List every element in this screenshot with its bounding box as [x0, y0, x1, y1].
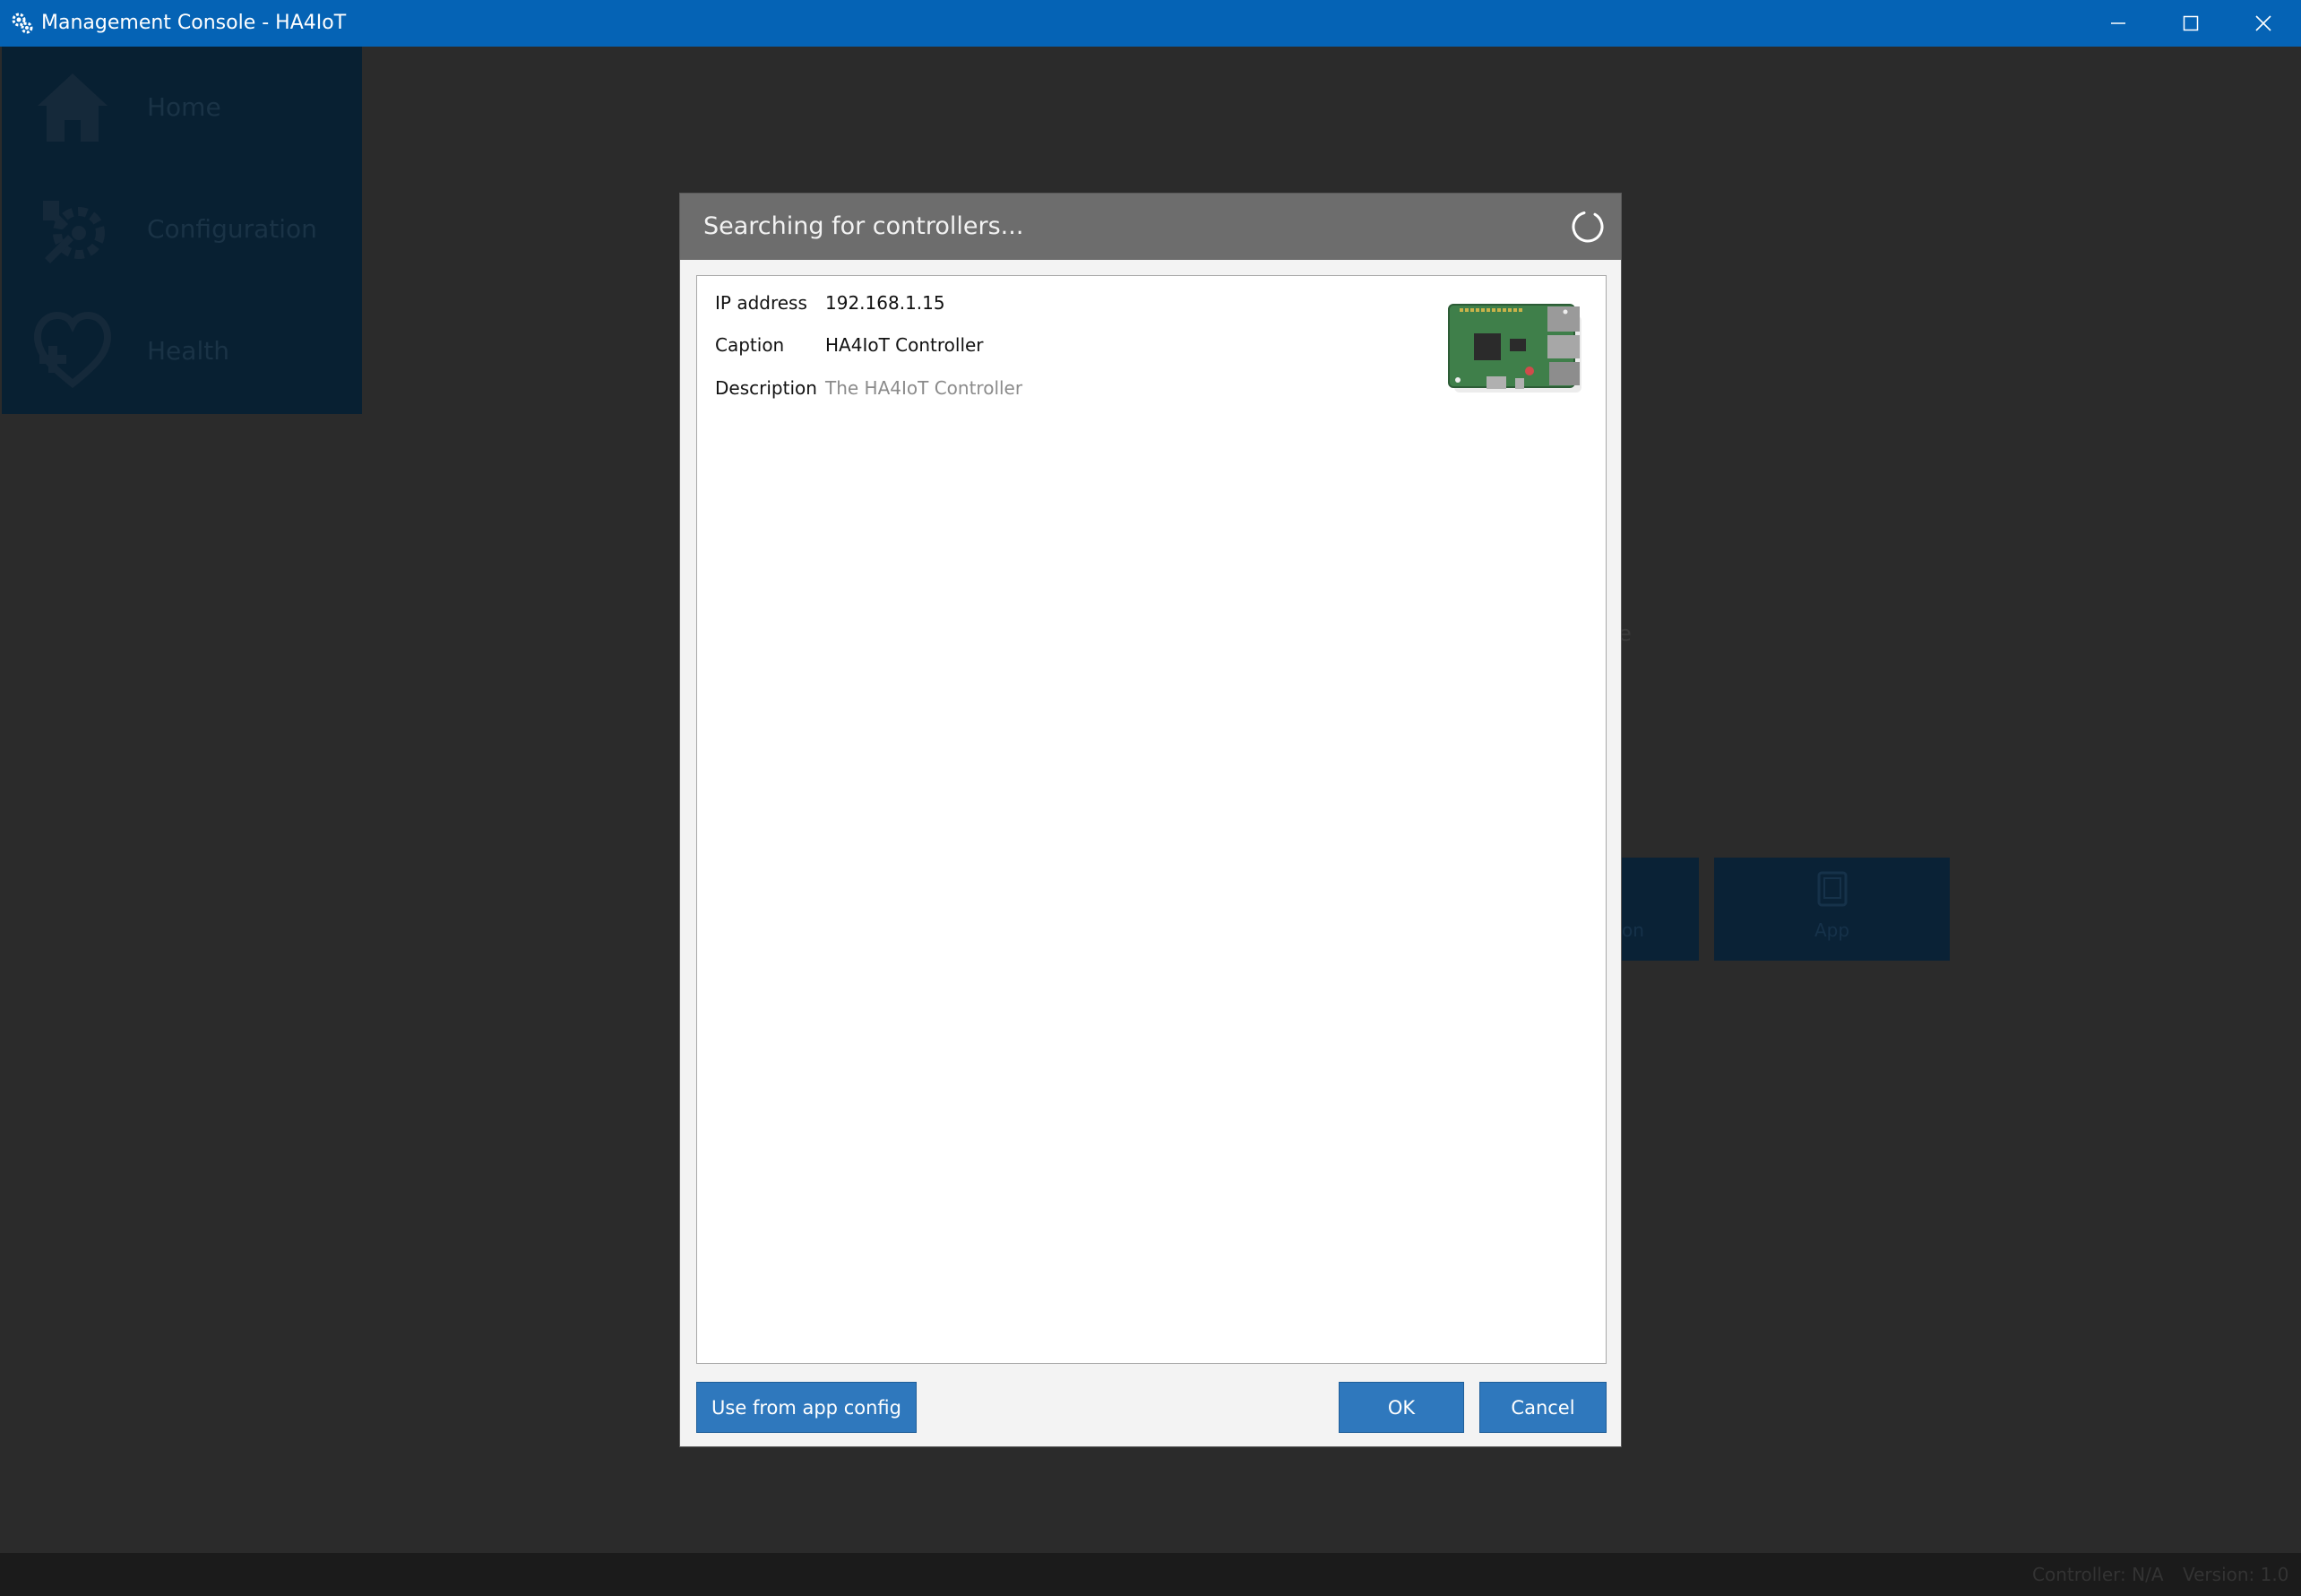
title-bar[interactable]: Management Console - HA4IoT: [0, 0, 2301, 47]
minimize-icon: [2111, 22, 2125, 24]
cancel-button[interactable]: Cancel: [1479, 1382, 1607, 1433]
description-value: The HA4IoT Controller: [825, 377, 1023, 399]
sidebar-item-label: Health: [147, 336, 229, 366]
status-controller: Controller: N/A: [2032, 1564, 2164, 1585]
caption-label: Caption: [715, 334, 785, 356]
raspberry-pi-board-icon: [1448, 304, 1581, 393]
ok-button[interactable]: OK: [1339, 1382, 1464, 1433]
status-bar: Controller: N/A Version: 1.0: [0, 1553, 2301, 1596]
dialog-header: Searching for controllers...: [680, 194, 1621, 260]
house-icon: [38, 73, 108, 142]
status-version: Version: 1.0: [2183, 1564, 2289, 1585]
tile-label: App: [1814, 919, 1850, 941]
maximize-button[interactable]: [2155, 0, 2227, 47]
tile-label: on: [1622, 919, 1644, 941]
sidebar-item-configuration[interactable]: Configuration: [2, 168, 362, 290]
minimize-button[interactable]: [2082, 0, 2154, 47]
controller-list[interactable]: IP address 192.168.1.15 Caption HA4IoT C…: [696, 275, 1607, 1364]
sidebar-item-label: Home: [147, 92, 221, 122]
gears-icon: [12, 13, 33, 34]
close-icon: [2255, 15, 2271, 31]
ip-address-label: IP address: [715, 292, 807, 314]
sidebar-item-home[interactable]: Home: [2, 47, 362, 168]
sidebar-item-label: Configuration: [147, 214, 317, 244]
description-label: Description: [715, 377, 817, 399]
use-from-app-config-button[interactable]: Use from app config: [696, 1382, 917, 1433]
maximize-icon: [2183, 15, 2199, 31]
close-button[interactable]: [2228, 0, 2299, 47]
tablet-icon: [1817, 871, 1848, 907]
sidebar: Home Configuration Health: [2, 47, 362, 414]
dialog-title: Searching for controllers...: [703, 212, 1024, 240]
loading-spinner-icon: [1572, 211, 1604, 243]
ip-address-value: 192.168.1.15: [825, 292, 945, 314]
app-tile[interactable]: App: [1714, 858, 1950, 961]
background-tile[interactable]: on: [1620, 858, 1699, 961]
sidebar-item-health[interactable]: Health: [2, 290, 362, 412]
controller-search-dialog: Searching for controllers... IP address …: [679, 193, 1622, 1447]
wrench-gear-icon: [43, 201, 105, 263]
caption-value: HA4IoT Controller: [825, 334, 984, 356]
window-title: Management Console - HA4IoT: [41, 12, 347, 34]
heart-plus-icon: [33, 311, 112, 389]
